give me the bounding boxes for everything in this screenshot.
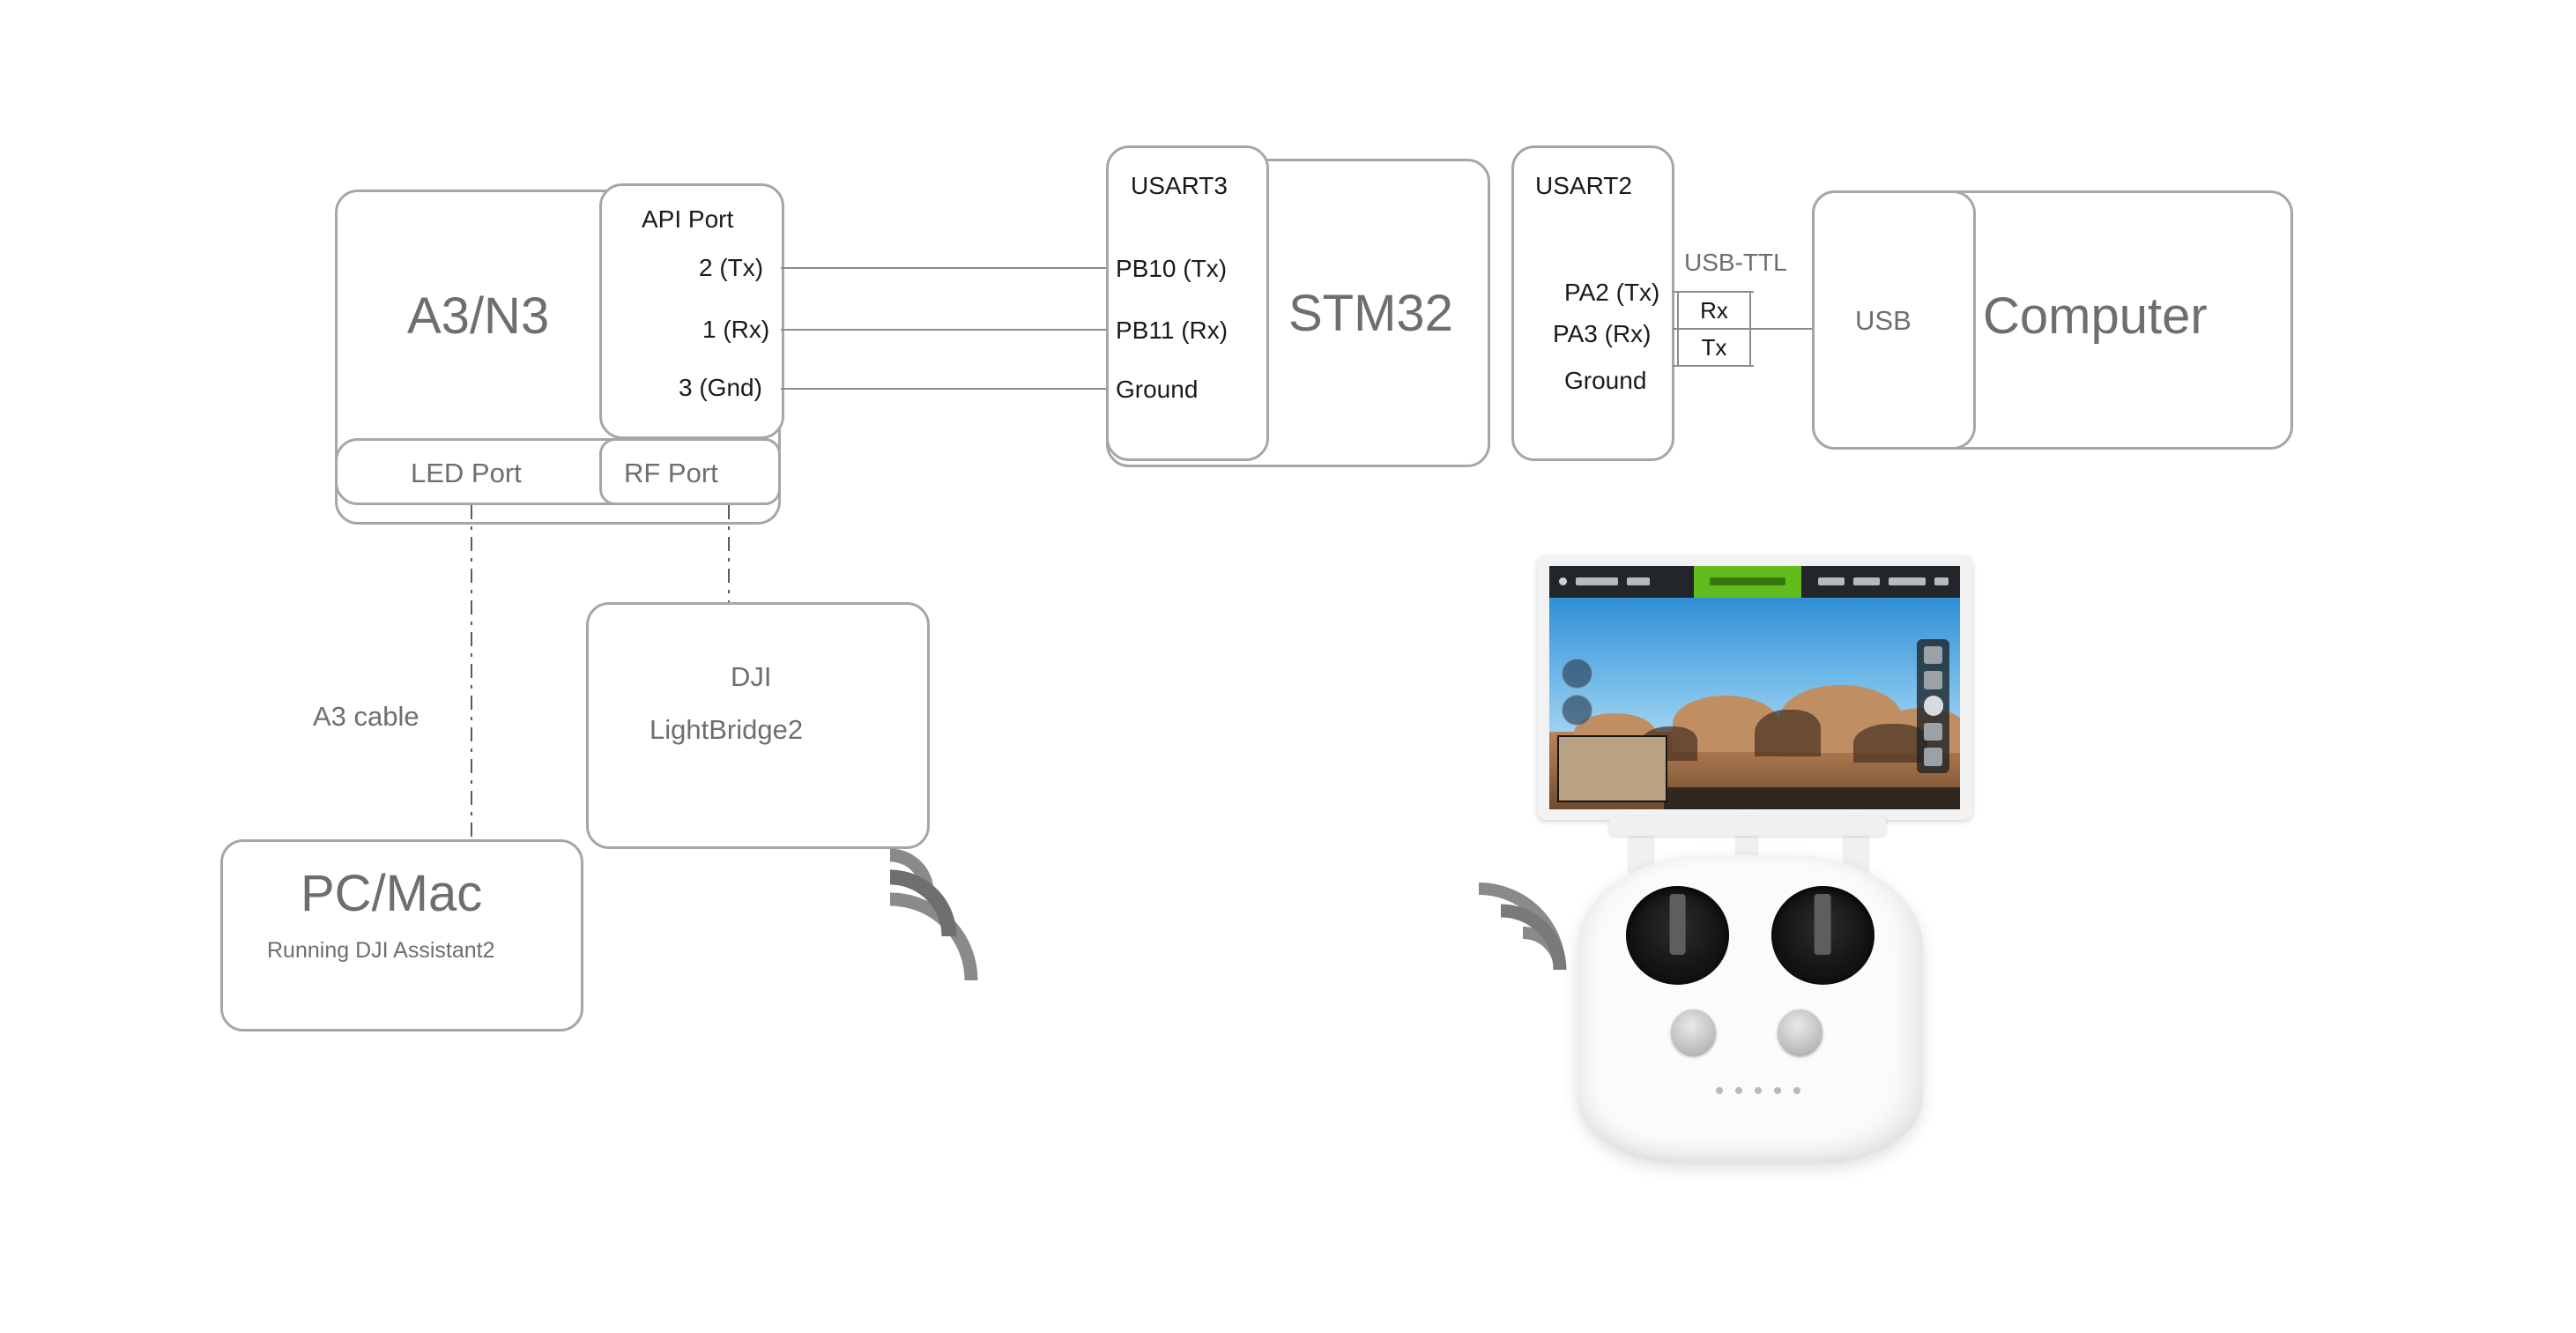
tablet-device	[1537, 555, 1972, 820]
a3-cable-label: A3 cable	[313, 701, 419, 732]
status-dot-icon	[1559, 577, 1567, 586]
pcmac-subtitle: Running DJI Assistant2	[267, 938, 495, 963]
usb-port-label: USB	[1855, 305, 1912, 336]
tablet-mount-bar	[1609, 816, 1886, 836]
tablet-screen	[1549, 566, 1960, 809]
right-control-stick[interactable]	[1814, 893, 1831, 956]
flight-mode-icon	[1576, 577, 1618, 586]
wireless-signal-icon-remote	[1478, 882, 1567, 971]
gps-status-banner	[1694, 566, 1801, 598]
api-port-pin-gnd: 3 (Gnd)	[679, 374, 762, 401]
telemetry-bar	[1664, 787, 1960, 809]
signal-bars-icon	[1818, 577, 1845, 586]
lightbridge-label-line1: DJI	[731, 661, 772, 692]
usb-ttl-title: USB-TTL	[1684, 249, 1787, 276]
app-status-bar	[1549, 566, 1960, 598]
battery-led	[1754, 1086, 1762, 1094]
right-control-stick-well[interactable]	[1771, 886, 1875, 985]
rf-port-label: RF Port	[624, 458, 718, 488]
left-control-stick[interactable]	[1669, 893, 1687, 956]
usart3-pin-pb10: PB10 (Tx)	[1116, 255, 1228, 282]
shutter-button[interactable]	[1923, 696, 1943, 716]
power-button[interactable]	[1778, 1009, 1823, 1056]
gimbal-icon[interactable]	[1924, 671, 1942, 689]
wire-usart2-gnd-ttl	[1673, 365, 1754, 367]
usart3-title: USART3	[1131, 172, 1228, 199]
usart2-title: USART2	[1535, 172, 1632, 199]
minimap[interactable]	[1557, 734, 1668, 802]
pcmac-label: PC/Mac	[301, 865, 483, 922]
settings-icon[interactable]	[1924, 748, 1942, 766]
satellite-icon	[1627, 577, 1650, 586]
left-control-stick-well[interactable]	[1625, 886, 1730, 985]
usart2-pin-ground: Ground	[1564, 367, 1647, 394]
battery-led	[1715, 1086, 1723, 1094]
a3n3-label: A3/N3	[407, 287, 550, 345]
camera-mode-icon[interactable]	[1924, 645, 1942, 665]
wire-gnd-ground	[781, 388, 1109, 390]
camera-controls-panel[interactable]	[1917, 638, 1950, 773]
usart2-pin-pa3: PA3 (Rx)	[1553, 320, 1652, 347]
battery-led	[1773, 1086, 1781, 1094]
wireless-signal-icon-lightbridge	[889, 848, 978, 981]
rf-to-lightbridge-line	[728, 505, 730, 602]
lightbridge-label-line2: LightBridge2	[650, 714, 804, 745]
battery-led	[1793, 1086, 1800, 1094]
usb-ttl-row-rx: Rx	[1679, 293, 1749, 330]
gps-status-text	[1710, 577, 1786, 586]
battery-icon	[1889, 577, 1926, 586]
map-layer-button[interactable]	[1561, 658, 1592, 689]
usart3-pin-ground: Ground	[1116, 376, 1199, 403]
computer-label: Computer	[1983, 287, 2208, 345]
remote-controller-assembly	[1445, 555, 2045, 1164]
usart3-pin-pb11: PB11 (Rx)	[1116, 316, 1229, 344]
usb-ttl-row-tx: Tx	[1701, 333, 1727, 361]
stm32-label: STM32	[1288, 285, 1453, 342]
terrain-shadow	[1755, 709, 1821, 756]
wire-rx-pb11	[781, 329, 1109, 331]
battery-led-row	[1715, 1086, 1800, 1094]
wire-ttl-usb	[1751, 328, 1812, 330]
menu-icon	[1934, 577, 1949, 586]
video-signal-icon	[1853, 577, 1880, 586]
a3-cable-line	[471, 505, 472, 845]
battery-led	[1734, 1086, 1742, 1094]
wire-pa3-ttl-tx	[1673, 328, 1754, 330]
api-port-title: API Port	[642, 205, 734, 233]
diagram-canvas: A3/N3 API Port 2 (Tx) 1 (Rx) 3 (Gnd) LED…	[0, 0, 2576, 1333]
api-port-pin-tx: 2 (Tx)	[699, 254, 764, 281]
remote-controller-body	[1578, 855, 1923, 1164]
rth-button[interactable]	[1670, 1009, 1716, 1056]
led-port-label: LED Port	[411, 458, 522, 488]
usart2-pin-pa2: PA2 (Tx)	[1564, 279, 1660, 306]
api-port-pin-rx: 1 (Rx)	[702, 316, 770, 343]
playback-icon[interactable]	[1924, 722, 1942, 741]
home-point-button[interactable]	[1561, 695, 1592, 726]
wire-pa2-ttl-rx	[1673, 291, 1754, 293]
wire-tx-pb10	[781, 267, 1109, 269]
